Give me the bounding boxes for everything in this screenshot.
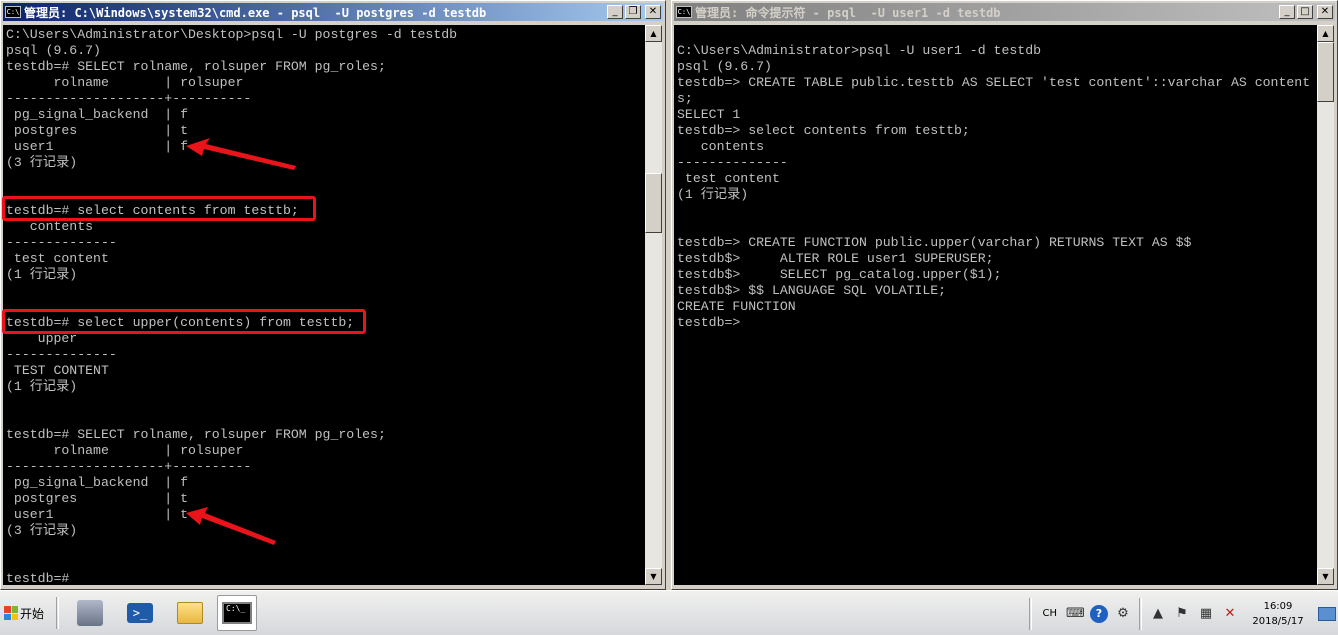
console-output[interactable]: C:\Users\Administrator>psql -U user1 -d …: [674, 25, 1317, 585]
explorer-taskbar-button[interactable]: [170, 595, 210, 631]
help-icon[interactable]: ?: [1090, 604, 1108, 623]
cmd-window-icon[interactable]: C:\: [5, 6, 21, 18]
windows-logo-icon: [4, 606, 18, 620]
scroll-up-button[interactable]: ▲: [645, 25, 662, 42]
title-bar[interactable]: C:\ 管理员: 命令提示符 - psql -U user1 -d testdb…: [674, 3, 1335, 21]
console-output[interactable]: C:\Users\Administrator\Desktop>psql -U p…: [3, 25, 645, 585]
system-tray: CH ⌨ ? ⚙ ▲ ⚑ ▦ ✕ 16:09 2018/5/17: [1025, 591, 1338, 635]
action-center-flag-icon[interactable]: ⚑: [1173, 605, 1191, 623]
scroll-thumb[interactable]: [1317, 42, 1334, 102]
cmd-taskbar-button[interactable]: C:\_: [217, 595, 257, 631]
folder-icon: [177, 602, 203, 624]
show-desktop-button[interactable]: [1318, 606, 1336, 621]
scroll-down-button[interactable]: ▼: [1317, 568, 1334, 585]
start-label: 开始: [20, 606, 45, 621]
vertical-scrollbar[interactable]: ▲ ▼: [645, 25, 662, 585]
network-icon[interactable]: ▦: [1197, 605, 1215, 623]
close-button[interactable]: ✕: [1317, 5, 1333, 19]
psql-user1-window[interactable]: C:\ 管理员: 命令提示符 - psql -U user1 -d testdb…: [671, 0, 1338, 590]
maximize-button[interactable]: ❐: [625, 5, 641, 19]
language-indicator[interactable]: CH: [1042, 608, 1057, 619]
maximize-button[interactable]: □: [1297, 5, 1313, 19]
scroll-up-button[interactable]: ▲: [1317, 25, 1334, 42]
clock[interactable]: 16:09 2018/5/17: [1246, 599, 1310, 629]
taskbar-separator: [56, 597, 59, 629]
cmd-window-icon[interactable]: C:\: [676, 6, 692, 18]
show-hidden-icons-icon[interactable]: ▲: [1149, 605, 1167, 623]
psql-postgres-window[interactable]: C:\ 管理员: C:\Windows\system32\cmd.exe - p…: [0, 0, 666, 590]
clock-time: 16:09: [1263, 600, 1293, 612]
server-manager-taskbar-button[interactable]: [70, 595, 110, 631]
tray-separator: [1029, 597, 1033, 630]
options-icon[interactable]: ⚙: [1114, 605, 1132, 623]
powershell-taskbar-button[interactable]: >_: [120, 595, 160, 631]
minimize-button[interactable]: _: [1279, 5, 1295, 19]
close-button[interactable]: ✕: [645, 5, 661, 19]
keyboard-icon[interactable]: ⌨: [1066, 605, 1085, 623]
window-title: 管理员: 命令提示符 - psql -U user1 -d testdb: [695, 5, 1001, 20]
title-bar[interactable]: C:\ 管理员: C:\Windows\system32\cmd.exe - p…: [3, 3, 663, 21]
clock-date: 2018/5/17: [1252, 615, 1304, 627]
window-title: 管理员: C:\Windows\system32\cmd.exe - psql …: [24, 5, 487, 20]
cmd-icon: C:\_: [222, 602, 252, 624]
tray-separator: [1139, 597, 1142, 630]
powershell-icon: >_: [127, 603, 153, 623]
server-manager-icon: [77, 600, 103, 626]
console-text: C:\Users\Administrator>psql -U user1 -d …: [677, 43, 1311, 330]
taskbar: 开始 >_ C:\_ CH ⌨ ? ⚙ ▲ ⚑ ▦ ✕ 16:09 2018/5…: [0, 590, 1338, 635]
scroll-thumb[interactable]: [645, 173, 662, 233]
scroll-down-button[interactable]: ▼: [645, 568, 662, 585]
start-button[interactable]: 开始: [2, 601, 50, 625]
vertical-scrollbar[interactable]: ▲ ▼: [1317, 25, 1334, 585]
volume-muted-icon[interactable]: ✕: [1221, 605, 1239, 623]
console-text: C:\Users\Administrator\Desktop>psql -U p…: [6, 27, 458, 585]
minimize-button[interactable]: _: [607, 5, 623, 19]
